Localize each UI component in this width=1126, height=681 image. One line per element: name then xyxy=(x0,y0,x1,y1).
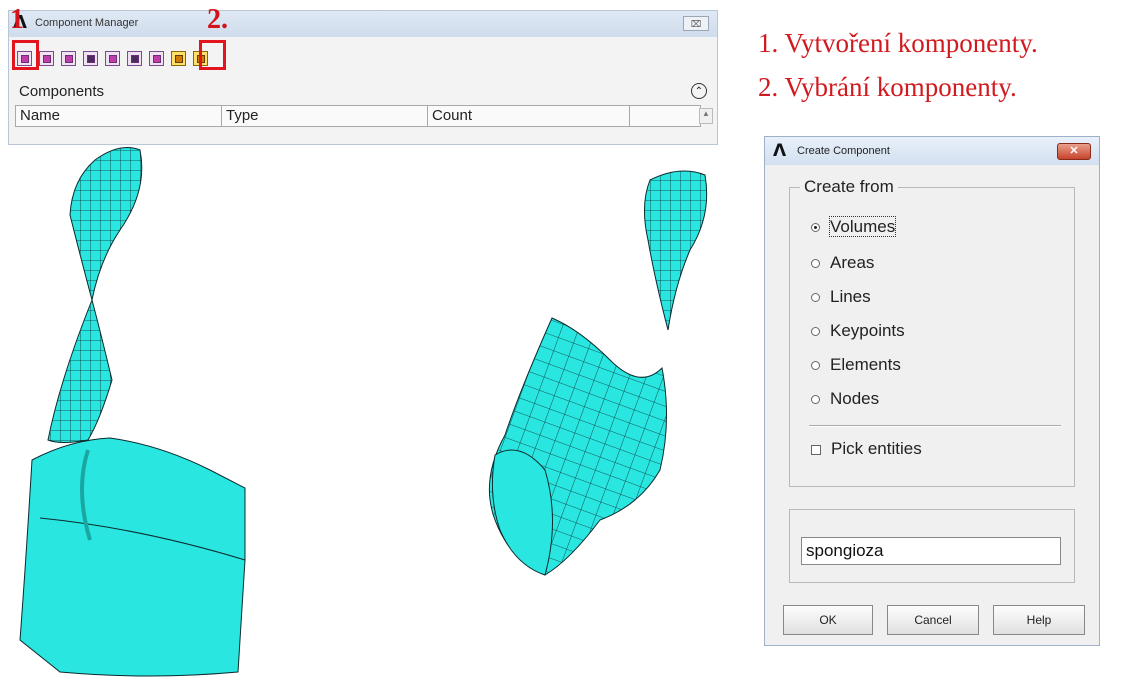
checkbox[interactable] xyxy=(811,444,821,455)
cancel-button[interactable]: Cancel xyxy=(887,605,979,635)
radio-volumes[interactable]: Volumes xyxy=(811,216,897,237)
radio-label: Volumes xyxy=(828,216,897,237)
radio-button[interactable] xyxy=(811,327,820,337)
radio-lines[interactable]: Lines xyxy=(811,287,871,307)
dialog-title: Create Component xyxy=(797,145,890,157)
title-bar: Λ Component Manager ⌧ xyxy=(9,11,717,37)
marker-number-2: 2. xyxy=(207,4,228,35)
component-name-input[interactable]: spongioza xyxy=(801,537,1061,565)
icon-6[interactable] xyxy=(127,51,142,66)
radio-button[interactable] xyxy=(811,361,820,371)
radio-nodes[interactable]: Nodes xyxy=(811,389,879,409)
window-title: Component Manager xyxy=(35,17,139,29)
icon-7[interactable] xyxy=(149,51,164,66)
pick-entities-checkbox[interactable]: Pick entities xyxy=(811,439,922,459)
caption-line-1: 1. Vytvoření komponenty. xyxy=(758,28,1038,58)
radio-label: Lines xyxy=(830,287,871,306)
marker-number-1: 1 xyxy=(10,4,24,35)
component-manager-window: Λ Component Manager ⌧ Components ⌃ Name … xyxy=(8,10,718,145)
radio-button[interactable] xyxy=(811,395,820,405)
separator xyxy=(809,425,1061,427)
radio-label: Elements xyxy=(830,355,901,374)
col-name[interactable]: Name xyxy=(16,106,222,126)
checkbox-label: Pick entities xyxy=(831,439,922,458)
close-button[interactable]: ⌧ xyxy=(683,16,709,31)
close-button[interactable]: ✕ xyxy=(1057,143,1091,160)
radio-areas[interactable]: Areas xyxy=(811,253,874,273)
dialog-title-bar: Λ Create Component ✕ xyxy=(765,137,1099,165)
collapse-icon[interactable]: ⌃ xyxy=(691,83,707,99)
marker-box-1 xyxy=(12,40,39,70)
icon-3[interactable] xyxy=(61,51,76,66)
column-header: Name Type Count xyxy=(15,105,701,127)
icon-4[interactable] xyxy=(83,51,98,66)
radio-label: Areas xyxy=(830,253,875,272)
radio-label: Nodes xyxy=(830,389,880,408)
help-button[interactable]: Help xyxy=(993,605,1085,635)
scroll-up-arrow[interactable]: ▲ xyxy=(699,108,713,124)
icon-5[interactable] xyxy=(105,51,120,66)
caption-line-2: 2. Vybrání komponenty. xyxy=(758,72,1017,102)
radio-button[interactable] xyxy=(811,223,820,233)
select-component-icon[interactable] xyxy=(171,51,186,66)
col-type[interactable]: Type xyxy=(222,106,428,126)
group-label: Create from xyxy=(800,177,898,197)
radio-elements[interactable]: Elements xyxy=(811,355,901,375)
create-component-dialog: Λ Create Component ✕ Create from Volumes… xyxy=(764,136,1100,646)
ok-button[interactable]: OK xyxy=(783,605,873,635)
col-count[interactable]: Count xyxy=(428,106,630,126)
icon-2[interactable] xyxy=(39,51,54,66)
radio-label: Keypoints xyxy=(830,321,905,340)
radio-keypoints[interactable]: Keypoints xyxy=(811,321,905,341)
radio-button[interactable] xyxy=(811,259,820,269)
marker-box-2 xyxy=(199,40,226,70)
components-label: Components xyxy=(19,83,105,100)
radio-button[interactable] xyxy=(811,293,820,303)
ansys-logo: Λ xyxy=(773,141,787,161)
